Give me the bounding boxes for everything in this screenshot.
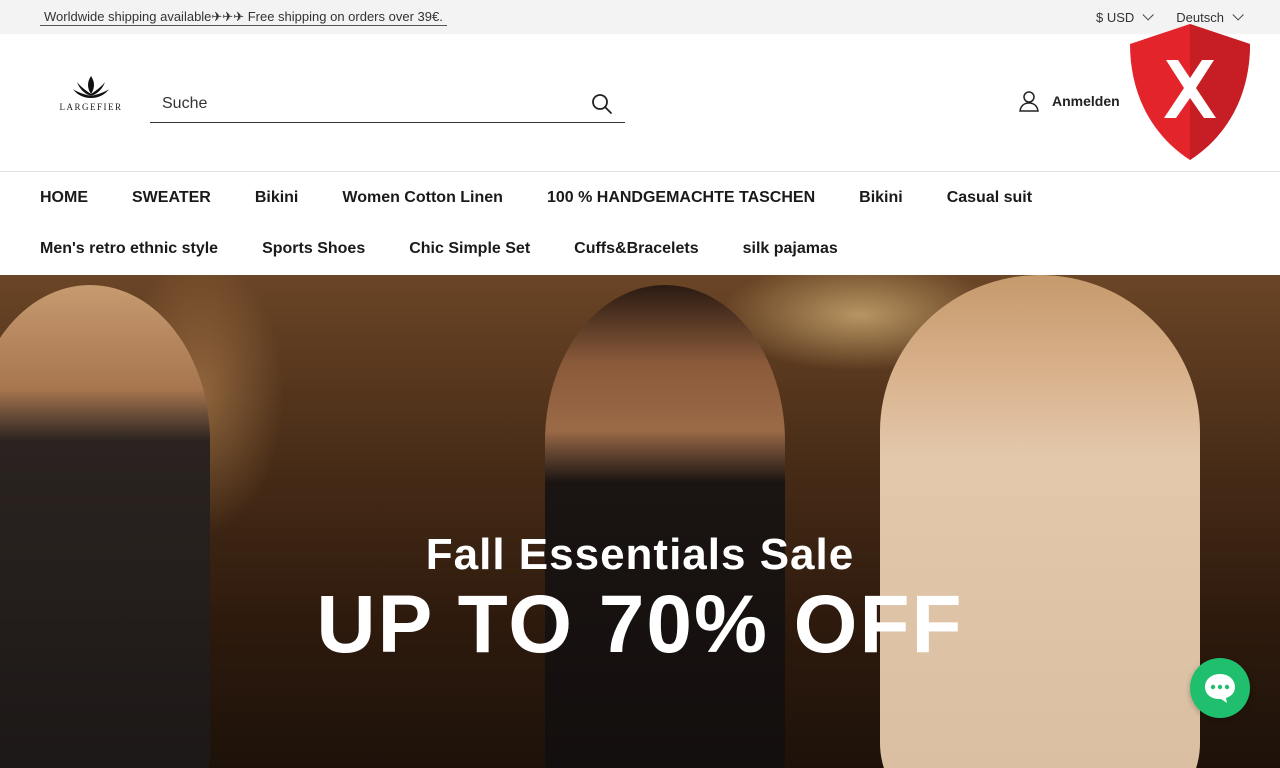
hero-subtitle: Fall Essentials Sale bbox=[425, 530, 855, 579]
hero-model-left bbox=[0, 285, 210, 768]
main-navigation: HOME SWEATER Bikini Women Cotton Linen 1… bbox=[0, 172, 1280, 275]
nav-item-bikini[interactable]: Bikini bbox=[255, 189, 299, 207]
search-bar[interactable] bbox=[150, 86, 625, 123]
search-icon[interactable] bbox=[591, 93, 613, 115]
security-shield-badge[interactable] bbox=[1126, 22, 1254, 162]
lotus-logo-icon bbox=[73, 76, 109, 98]
login-label: Anmelden bbox=[1052, 93, 1120, 109]
hero-model-right bbox=[880, 275, 1200, 768]
nav-item-bikini-2[interactable]: Bikini bbox=[859, 189, 903, 207]
nav-item-sweater[interactable]: SWEATER bbox=[132, 189, 211, 207]
site-header: LARGEFIER Anmelden bbox=[0, 34, 1280, 172]
hero-model-center bbox=[545, 285, 785, 768]
nav-item-women-cotton-linen[interactable]: Women Cotton Linen bbox=[342, 189, 503, 207]
nav-item-mens-retro[interactable]: Men's retro ethnic style bbox=[40, 240, 218, 258]
announcement-bar: Worldwide shipping available✈✈✈ Free shi… bbox=[0, 0, 1280, 34]
nav-item-casual-suit[interactable]: Casual suit bbox=[947, 189, 1032, 207]
logo-text: LARGEFIER bbox=[59, 102, 123, 112]
nav-item-chic-simple-set[interactable]: Chic Simple Set bbox=[409, 240, 530, 258]
chat-button[interactable] bbox=[1190, 658, 1250, 718]
nav-item-silk-pajamas[interactable]: silk pajamas bbox=[743, 240, 838, 258]
nav-item-sports-shoes[interactable]: Sports Shoes bbox=[262, 240, 365, 258]
shipping-announcement[interactable]: Worldwide shipping available✈✈✈ Free shi… bbox=[40, 9, 447, 26]
nav-item-cuffs-bracelets[interactable]: Cuffs&Bracelets bbox=[574, 240, 698, 258]
nav-item-home[interactable]: HOME bbox=[40, 189, 88, 207]
nav-row-1: HOME SWEATER Bikini Women Cotton Linen 1… bbox=[40, 172, 1240, 223]
chevron-down-icon bbox=[1232, 9, 1244, 21]
search-input[interactable] bbox=[162, 95, 562, 113]
user-icon bbox=[1019, 91, 1039, 112]
chevron-down-icon bbox=[1142, 9, 1155, 21]
shield-x-icon bbox=[1130, 24, 1250, 160]
nav-row-2: Men's retro ethnic style Sports Shoes Ch… bbox=[40, 223, 1240, 274]
login-button[interactable]: Anmelden bbox=[1018, 90, 1120, 112]
nav-item-handmade-bags[interactable]: 100 % HANDGEMACHTE TASCHEN bbox=[547, 189, 815, 207]
chat-icon bbox=[1205, 674, 1235, 703]
hero-banner[interactable]: Fall Essentials Sale UP TO 70% OFF bbox=[0, 275, 1280, 768]
hero-headline: UP TO 70% OFF bbox=[316, 579, 964, 670]
site-logo[interactable]: LARGEFIER bbox=[56, 74, 126, 118]
